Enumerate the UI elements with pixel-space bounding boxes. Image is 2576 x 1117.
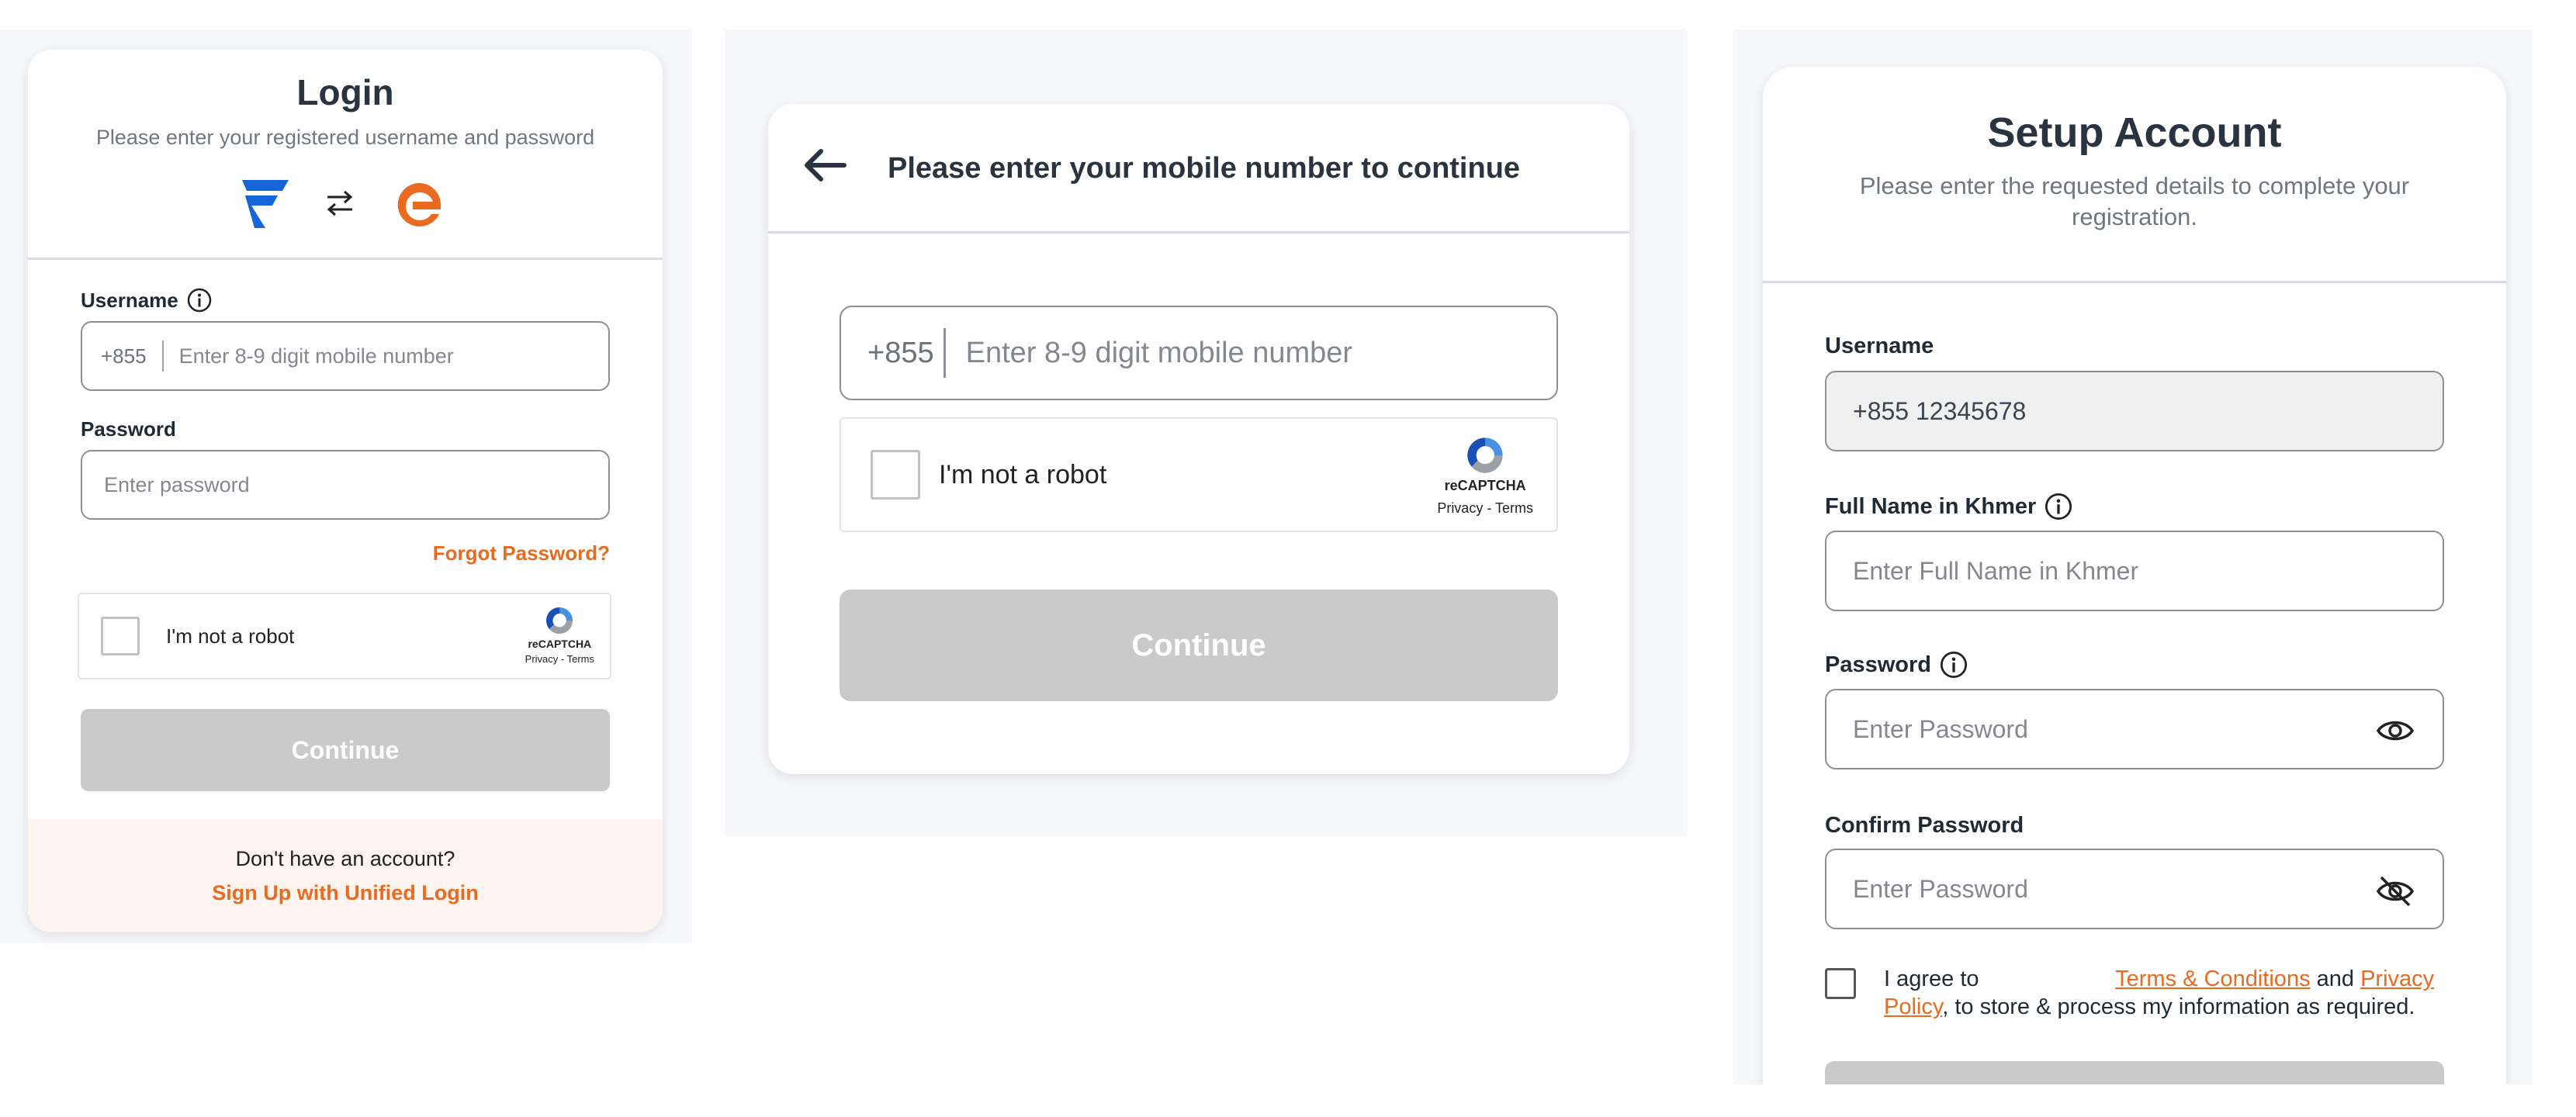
setup-card: Setup Account Please enter the requested… bbox=[1763, 67, 2506, 1086]
recaptcha-label: I'm not a robot bbox=[166, 624, 295, 648]
agree-text: I agree to Terms & Conditions and Privac… bbox=[1884, 967, 2435, 1019]
header-divider bbox=[28, 258, 663, 260]
mobile-number-field[interactable]: +855 Enter 8-9 digit mobile number bbox=[840, 306, 1558, 400]
password-label: Password bbox=[81, 417, 176, 441]
fullname-label: Full Name in Khmer bbox=[1825, 492, 2073, 521]
no-account-text: Don't have an account? bbox=[235, 847, 455, 870]
password-placeholder: Enter Password bbox=[1853, 714, 2028, 743]
fullname-field[interactable]: Enter Full Name in Khmer bbox=[1825, 531, 2444, 611]
info-icon[interactable] bbox=[2044, 492, 2073, 521]
password-field[interactable]: Enter password bbox=[81, 450, 610, 520]
recaptcha-logo: reCAPTCHA Privacy - Terms bbox=[525, 605, 594, 665]
continue-button[interactable]: Continue bbox=[81, 709, 610, 791]
input-separator bbox=[943, 328, 946, 378]
recaptcha-checkbox[interactable] bbox=[871, 450, 920, 500]
swap-arrows-icon bbox=[324, 189, 355, 217]
confirm-password-field[interactable]: Enter Password bbox=[1825, 849, 2444, 929]
country-code: +855 bbox=[867, 336, 934, 369]
username-label: Username bbox=[1825, 334, 1934, 358]
recaptcha-widget: I'm not a robot reCAPTCHA Privacy - Term… bbox=[840, 417, 1558, 532]
recaptcha-checkbox[interactable] bbox=[101, 617, 140, 655]
country-code: +855 bbox=[101, 344, 147, 368]
submit-button[interactable] bbox=[1825, 1061, 2444, 1086]
mobile-number-placeholder: Enter 8-9 digit mobile number bbox=[965, 336, 1353, 369]
username-field[interactable]: +855 Enter 8-9 digit mobile number bbox=[81, 321, 610, 391]
username-field: +855 12345678 bbox=[1825, 371, 2444, 451]
info-icon[interactable] bbox=[186, 287, 213, 313]
login-card: Login Please enter your registered usern… bbox=[28, 50, 663, 932]
eye-icon[interactable] bbox=[2376, 717, 2415, 745]
forgot-password-link[interactable]: Forgot Password? bbox=[433, 541, 610, 565]
fullname-placeholder: Enter Full Name in Khmer bbox=[1853, 556, 2139, 585]
signup-footer: Don't have an account? Sign Up with Unif… bbox=[28, 819, 663, 932]
recaptcha-icon bbox=[546, 607, 573, 635]
terms-link[interactable]: Terms & Conditions bbox=[2115, 967, 2310, 991]
header-divider bbox=[768, 231, 1629, 233]
page-title: Please enter your mobile number to conti… bbox=[888, 152, 1521, 185]
info-icon[interactable] bbox=[1939, 650, 1968, 680]
page-title: Login bbox=[296, 72, 394, 112]
eye-slash-icon[interactable] bbox=[2376, 875, 2415, 908]
recaptcha-widget: I'm not a robot reCAPTCHA Privacy - Term… bbox=[78, 593, 611, 680]
input-separator bbox=[161, 341, 164, 372]
brand-logo-f bbox=[236, 178, 290, 230]
recaptcha-icon bbox=[1467, 437, 1503, 473]
signup-link[interactable]: Sign Up with Unified Login bbox=[28, 881, 663, 905]
continue-button[interactable]: Continue bbox=[840, 590, 1558, 701]
mobile-card: Please enter your mobile number to conti… bbox=[768, 104, 1629, 774]
recaptcha-label: I'm not a robot bbox=[939, 459, 1107, 489]
header-divider bbox=[1763, 281, 2506, 283]
confirm-password-label: Confirm Password bbox=[1825, 813, 2024, 838]
page-subtitle: Please enter your registered username an… bbox=[95, 126, 595, 149]
password-label: Password bbox=[1825, 650, 1968, 680]
confirm-password-placeholder: Enter Password bbox=[1853, 874, 2028, 903]
username-placeholder: Enter 8-9 digit mobile number bbox=[178, 344, 454, 368]
page-title: Setup Account bbox=[1987, 109, 2282, 156]
back-arrow-icon[interactable] bbox=[801, 146, 847, 185]
brand-logo-e bbox=[393, 178, 445, 231]
username-label: Username bbox=[81, 287, 213, 313]
page-subtitle: Please enter the requested details to co… bbox=[1859, 172, 2410, 230]
password-placeholder: Enter password bbox=[104, 472, 250, 496]
agree-checkbox[interactable] bbox=[1825, 968, 1856, 999]
bottom-mask bbox=[1733, 1084, 2540, 1117]
username-value: +855 12345678 bbox=[1853, 396, 2027, 425]
recaptcha-logo: reCAPTCHA Privacy - Terms bbox=[1437, 434, 1533, 517]
password-field[interactable]: Enter Password bbox=[1825, 689, 2444, 769]
